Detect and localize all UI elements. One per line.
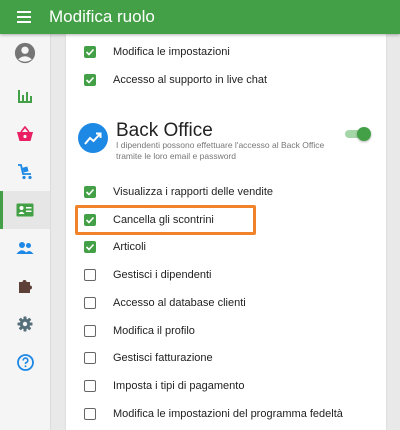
checkbox[interactable] bbox=[84, 186, 96, 198]
badge-icon bbox=[16, 203, 34, 217]
permission-label: Articoli bbox=[113, 241, 147, 253]
permission-label: Accesso al database clienti bbox=[113, 297, 246, 309]
app-bar: Modifica ruolo bbox=[0, 0, 400, 34]
role-permissions-card: Modifica le impostazioni Accesso al supp… bbox=[66, 34, 386, 430]
sidebar-item-inventory[interactable] bbox=[0, 153, 50, 191]
permission-label: Imposta i tipi di pagamento bbox=[113, 380, 245, 392]
permission-row[interactable]: Imposta i tipi di pagamento bbox=[84, 376, 244, 396]
permission-row[interactable]: Articoli bbox=[84, 237, 146, 257]
permission-row[interactable]: Gestisci i dipendenti bbox=[84, 265, 211, 285]
permission-row[interactable]: Modifica le impostazioni bbox=[84, 42, 230, 62]
sidebar-item-integrations[interactable] bbox=[0, 267, 50, 305]
account-circle-icon bbox=[14, 42, 36, 64]
gear-icon bbox=[17, 316, 33, 332]
permission-label: Modifica le impostazioni bbox=[113, 46, 230, 58]
backoffice-title: Back Office bbox=[116, 120, 213, 141]
checkbox[interactable] bbox=[84, 241, 96, 253]
sidebar-item-employees[interactable] bbox=[0, 191, 50, 229]
page-title: Modifica ruolo bbox=[49, 7, 155, 26]
sidebar bbox=[0, 34, 51, 430]
permission-row[interactable]: Gestisci fatturazione bbox=[84, 348, 213, 368]
sidebar-item-customers[interactable] bbox=[0, 229, 50, 267]
checkbox[interactable] bbox=[84, 74, 96, 86]
permission-row[interactable]: Accesso al database clienti bbox=[84, 293, 246, 313]
sidebar-item-items[interactable] bbox=[0, 115, 50, 153]
menu-icon[interactable] bbox=[13, 6, 35, 28]
permission-label: Accesso al supporto in live chat bbox=[113, 74, 268, 86]
permission-label: Gestisci i dipendenti bbox=[113, 269, 212, 281]
permission-row[interactable]: Accesso al supporto in live chat bbox=[84, 70, 267, 90]
backoffice-chart-icon bbox=[78, 123, 108, 153]
check-icon bbox=[85, 216, 95, 224]
checkbox[interactable] bbox=[84, 46, 96, 58]
permission-label: Visualizza i rapporti delle vendite bbox=[113, 186, 273, 198]
check-icon bbox=[85, 76, 95, 84]
permission-row[interactable]: Cancella gli scontrini bbox=[84, 210, 214, 230]
permission-label: Cancella gli scontrini bbox=[113, 214, 214, 226]
bar-chart-icon bbox=[18, 90, 32, 103]
cart-icon bbox=[18, 164, 32, 180]
check-icon bbox=[85, 243, 95, 251]
sidebar-item-reports[interactable] bbox=[0, 77, 50, 115]
sidebar-item-help[interactable] bbox=[0, 343, 50, 381]
basket-icon bbox=[17, 126, 33, 141]
puzzle-icon bbox=[19, 280, 32, 293]
check-icon bbox=[85, 188, 95, 196]
checkbox[interactable] bbox=[84, 269, 96, 281]
check-icon bbox=[85, 48, 95, 56]
checkbox[interactable] bbox=[84, 297, 96, 309]
checkbox[interactable] bbox=[84, 214, 96, 226]
permission-label: Modifica il profilo bbox=[113, 325, 195, 337]
checkbox[interactable] bbox=[84, 408, 96, 420]
backoffice-description: I dipendenti possono effettuare l'access… bbox=[116, 140, 325, 161]
checkbox[interactable] bbox=[84, 352, 96, 364]
sidebar-item-account[interactable] bbox=[0, 34, 50, 72]
permission-label: Modifica le impostazioni del programma f… bbox=[113, 408, 343, 420]
permission-row[interactable]: Modifica le impostazioni del programma f… bbox=[84, 404, 343, 424]
permission-label: Gestisci fatturazione bbox=[113, 352, 213, 364]
permission-row[interactable]: Visualizza i rapporti delle vendite bbox=[84, 182, 273, 202]
permission-row[interactable]: Modifica il profilo bbox=[84, 321, 195, 341]
people-icon bbox=[16, 242, 34, 254]
sidebar-item-settings[interactable] bbox=[0, 305, 50, 343]
help-icon bbox=[16, 353, 34, 371]
backoffice-toggle[interactable] bbox=[343, 124, 373, 144]
checkbox[interactable] bbox=[84, 380, 96, 392]
checkbox[interactable] bbox=[84, 325, 96, 337]
